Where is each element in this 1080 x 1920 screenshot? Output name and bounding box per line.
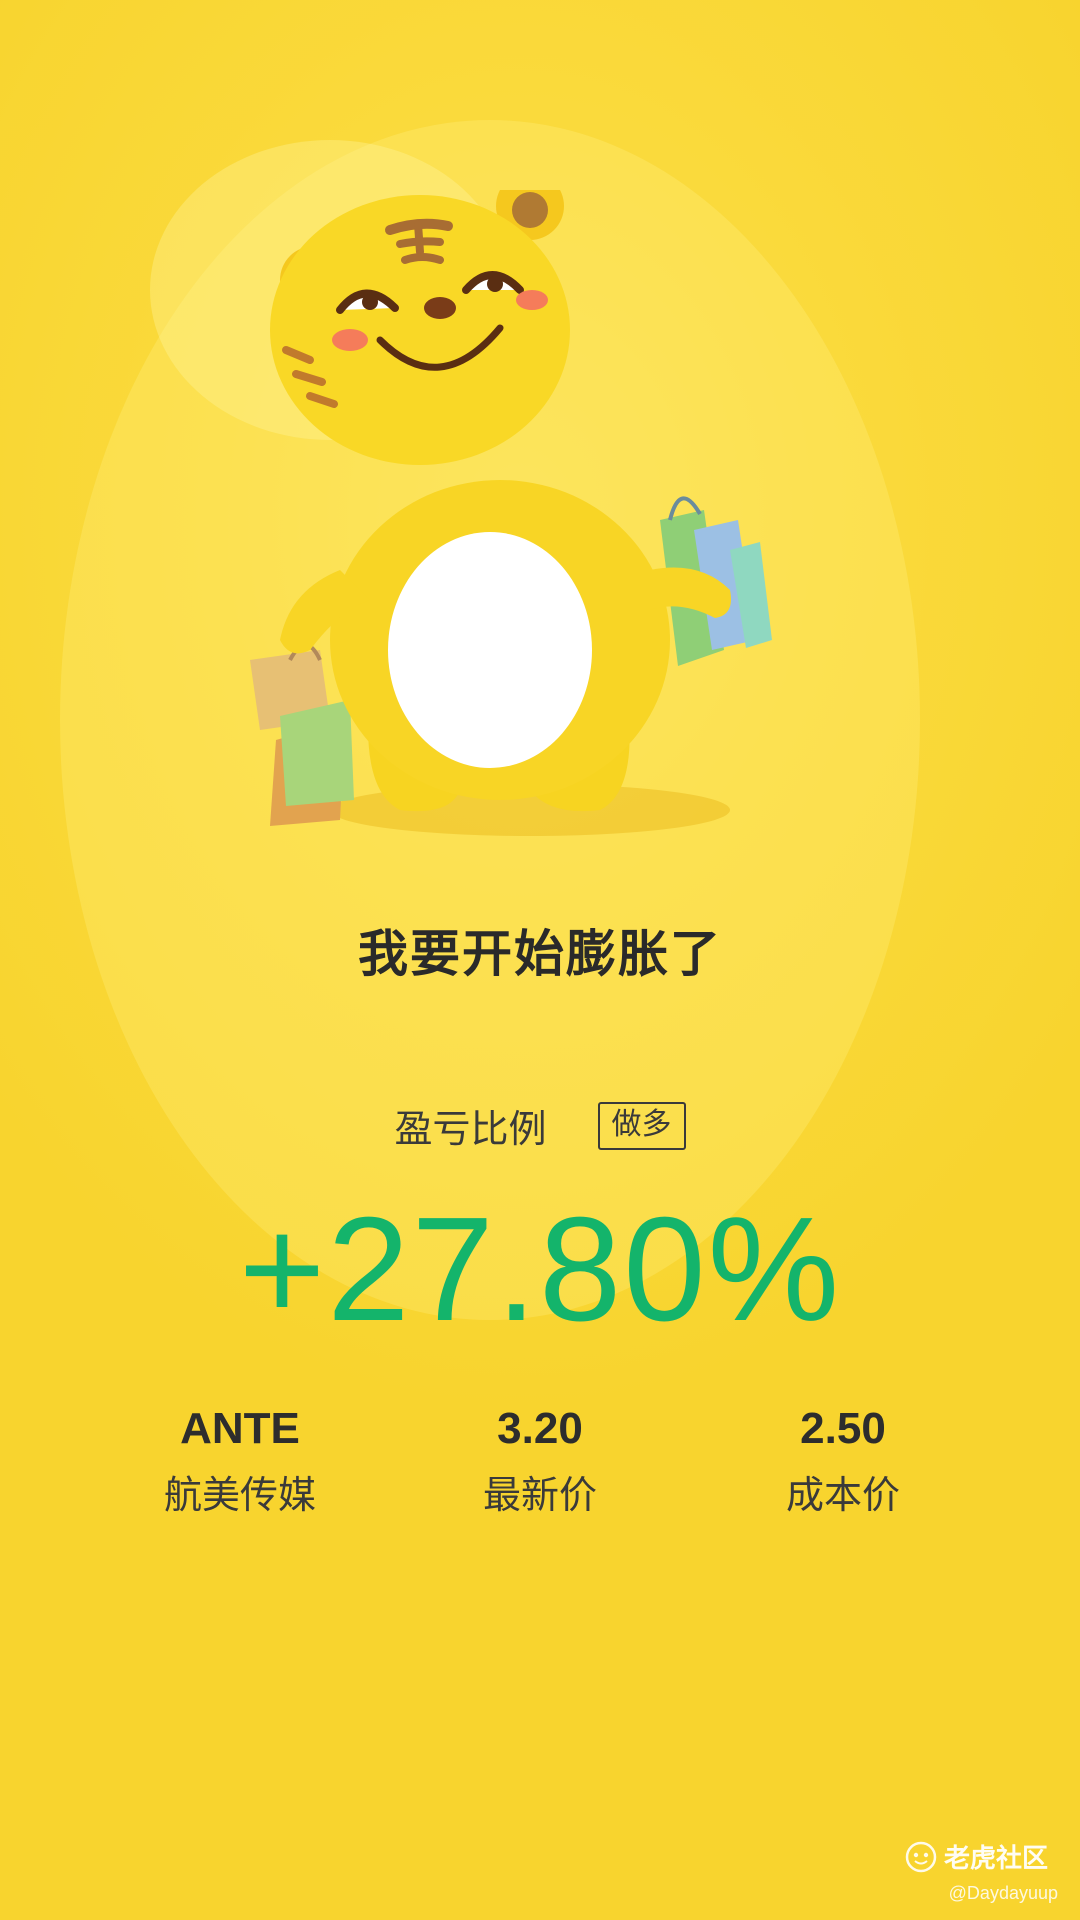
watermark-brand: 老虎社区 <box>904 1838 1048 1875</box>
cost-price-label: 成本价 <box>785 1473 900 1517</box>
stat-ticker: ANTE 航美传媒 <box>90 1402 390 1518</box>
profit-loss-percent: +27.80% <box>238 1187 842 1352</box>
cost-price-value: 2.50 <box>800 1404 886 1453</box>
profit-loss-ratio-label: 盈亏比例 <box>394 1107 547 1151</box>
watermark-brand-text: 老虎社区 <box>944 1844 1049 1874</box>
latest-price-value: 3.20 <box>497 1404 583 1453</box>
brand-logo-icon <box>905 1841 937 1872</box>
company-name: 航美传媒 <box>163 1473 316 1517</box>
watermark-credit: @Daydayuup <box>948 1883 1058 1903</box>
stat-latest-price: 3.20 最新价 <box>390 1402 690 1518</box>
long-position-badge: 做多 <box>597 1101 686 1150</box>
tiger-mascot-with-shopping-bags-icon <box>250 190 772 836</box>
latest-price-label: 最新价 <box>482 1473 597 1517</box>
headline: 我要开始膨胀了 <box>358 925 722 983</box>
profit-loss-ratio-row: 盈亏比例 做多 <box>0 1098 1080 1153</box>
stat-cost-price: 2.50 成本价 <box>693 1402 993 1518</box>
ticker-symbol: ANTE <box>180 1404 300 1453</box>
